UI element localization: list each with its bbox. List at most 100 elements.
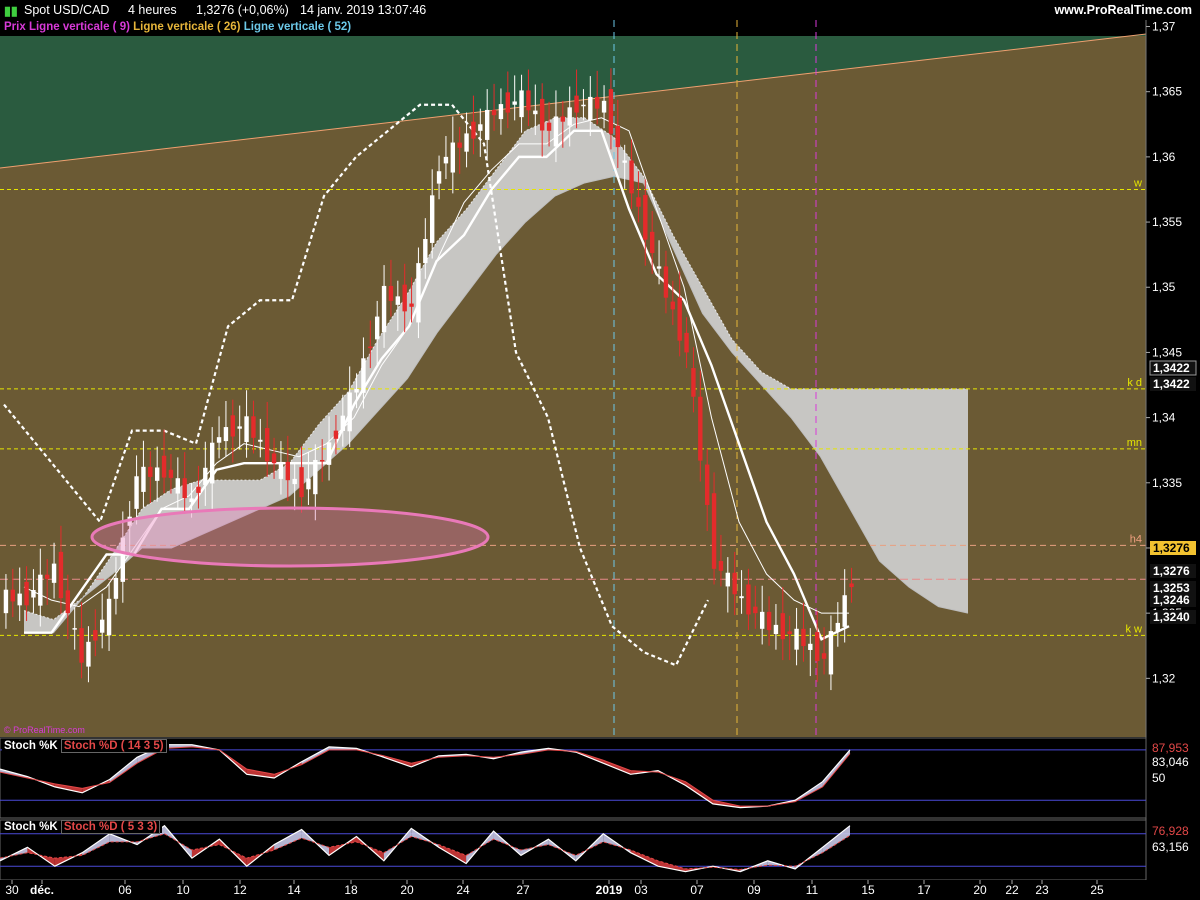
- candle-body: [429, 195, 435, 243]
- level-label-kd: k d: [1127, 377, 1142, 389]
- x-tick-label: 10: [176, 883, 190, 897]
- legend-vline-26: Ligne verticale ( 26): [133, 21, 241, 33]
- price-box-label: 1,3240: [1153, 610, 1190, 624]
- price-tick-label: 1,35: [1152, 280, 1176, 294]
- candle-body: [842, 595, 847, 627]
- price-tick-label: 1,355: [1152, 215, 1182, 229]
- level-label-w: w: [1133, 177, 1142, 189]
- stoch1-legend: Stoch %K Stoch %D ( 14 3 5): [2, 739, 169, 753]
- candle-body: [649, 231, 655, 254]
- candle-body: [402, 284, 407, 312]
- candle-body: [423, 239, 428, 264]
- candle-body: [3, 589, 9, 614]
- candle-body: [17, 593, 22, 606]
- candle-body: [182, 478, 187, 499]
- candle-body: [436, 171, 442, 184]
- price-tick-label: 1,365: [1152, 85, 1182, 99]
- candle-body: [739, 596, 744, 599]
- candle-body: [766, 611, 772, 631]
- date-axis: 30 déc. 06 10 12 14 18 20 24 27 2019 03 07 09 11 15 17 20…: [0, 880, 1200, 900]
- price-box-label: 1,3276: [1153, 564, 1190, 578]
- candle-body: [581, 104, 586, 107]
- x-tick-label: 14: [287, 883, 301, 897]
- candle-body: [319, 459, 325, 462]
- candle-body: [326, 442, 332, 465]
- x-tick-label: 27: [516, 883, 530, 897]
- x-tick-label: 18: [344, 883, 358, 897]
- price-box-label: 1,3276: [1153, 541, 1190, 555]
- candle-body: [93, 630, 98, 641]
- candle-body: [622, 160, 627, 163]
- x-tick-label: 15: [861, 883, 875, 897]
- candle-body: [450, 142, 456, 173]
- x-tick-label: 07: [690, 883, 704, 897]
- price-tick-label: 1,345: [1152, 345, 1182, 359]
- candle-body: [718, 561, 724, 571]
- candle-body: [704, 464, 710, 505]
- x-tick-label: 03: [634, 883, 648, 897]
- highlight-ellipse: [90, 506, 490, 568]
- watermark: © ProRealTime.com: [4, 725, 85, 735]
- candle-body: [484, 109, 490, 140]
- x-tick-label: 12: [233, 883, 247, 897]
- price-change: 1,3276 (+0,06%): [196, 3, 289, 17]
- candle-body: [588, 96, 593, 121]
- candle-body: [443, 156, 449, 164]
- candle-body: [546, 122, 552, 131]
- candle-body: [113, 577, 119, 599]
- x-tick-label: 30: [5, 883, 19, 897]
- candle-body: [79, 628, 84, 663]
- candle-body: [106, 598, 112, 636]
- candle-body: [835, 622, 841, 632]
- candle-body: [51, 563, 57, 583]
- candle-body: [684, 332, 689, 353]
- candle-body: [148, 466, 153, 477]
- highlight-zone: [90, 506, 490, 568]
- candle-body: [526, 90, 531, 111]
- candle-body: [196, 486, 201, 493]
- candle-body: [663, 266, 669, 298]
- legend: Prix Ligne verticale ( 9) Ligne vertical…: [2, 21, 354, 33]
- legend-vline-52: Ligne verticale ( 52): [243, 21, 352, 33]
- candle-body: [457, 142, 462, 148]
- candle-body: [808, 643, 813, 650]
- candle-body: [615, 125, 621, 148]
- candle-body: [203, 467, 208, 486]
- x-tick-label: 22: [1005, 883, 1019, 897]
- x-tick-label: 24: [456, 883, 470, 897]
- candle-body: [38, 574, 43, 606]
- candle-body: [553, 116, 559, 147]
- candle-body: [698, 396, 703, 461]
- candle-body: [711, 493, 717, 569]
- candle-body: [794, 628, 799, 650]
- candle-body: [24, 581, 29, 606]
- x-tick-label: 06: [118, 883, 132, 897]
- stoch2-k-label: Stoch %K: [4, 821, 58, 833]
- candle-body: [725, 572, 731, 587]
- candle-body: [567, 107, 572, 126]
- candle-body: [285, 461, 291, 481]
- candle-body: [395, 296, 401, 305]
- stoch2-d-label: Stoch %D ( 5 3 3): [60, 820, 161, 834]
- datetime: 14 janv. 2019 13:07:46: [300, 3, 427, 17]
- candle-body: [292, 478, 297, 485]
- candle-body: [368, 346, 373, 349]
- candle-body: [258, 439, 263, 442]
- candle-body: [374, 316, 380, 340]
- candle-body: [601, 100, 607, 113]
- legend-price: Prix: [4, 21, 26, 33]
- candle-body: [209, 442, 215, 484]
- candle-body: [340, 415, 346, 431]
- candle-body: [629, 160, 634, 194]
- candle-body: [216, 437, 222, 443]
- price-box-label: 1,3246: [1153, 593, 1190, 607]
- candle-body: [141, 466, 146, 492]
- price-tick-label: 1,32: [1152, 671, 1176, 685]
- legend-vline-9: Ligne verticale ( 9): [28, 21, 130, 33]
- stochastic-panel-14-3-5: 87,95383,046 50: [0, 737, 1200, 819]
- candle-body: [354, 388, 359, 393]
- x-tick-label: 09: [747, 883, 761, 897]
- candle-body: [230, 415, 236, 437]
- instrument-name: Spot USD/CAD: [24, 3, 110, 17]
- candle-body: [498, 104, 504, 120]
